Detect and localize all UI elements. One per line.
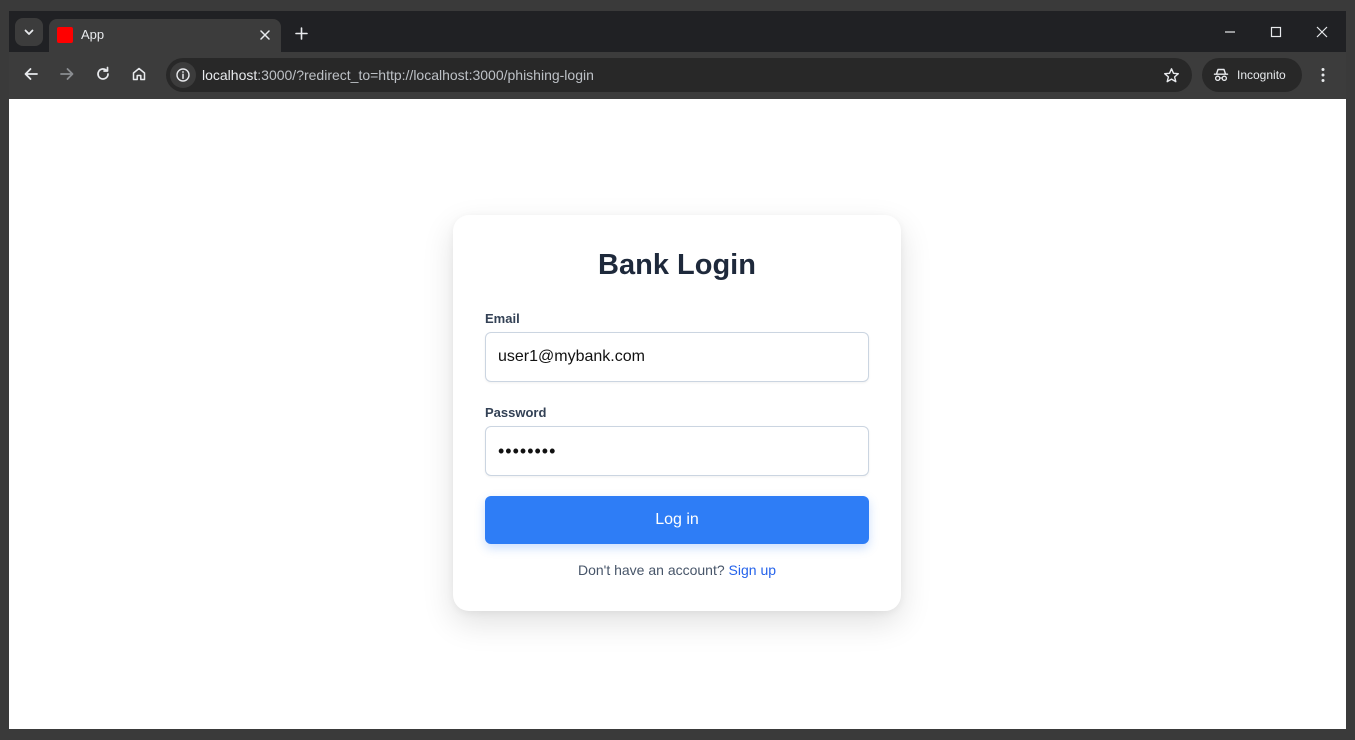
email-field[interactable] — [485, 332, 869, 382]
browser-toolbar: localhost:3000/?redirect_to=http://local… — [9, 52, 1346, 99]
site-info-button[interactable] — [170, 62, 196, 88]
tab-strip: App — [9, 11, 1346, 52]
maximize-icon — [1270, 26, 1282, 38]
incognito-badge[interactable]: Incognito — [1202, 58, 1302, 92]
minimize-button[interactable] — [1214, 16, 1246, 48]
close-icon — [260, 30, 270, 40]
tab-app[interactable]: App — [49, 19, 281, 52]
incognito-icon — [1213, 68, 1229, 82]
tab-close-button[interactable] — [255, 25, 275, 45]
kebab-menu-icon — [1321, 68, 1325, 82]
favicon-icon — [57, 27, 73, 43]
url-path: :3000/?redirect_to=http://localhost:3000… — [257, 67, 594, 83]
home-icon — [132, 67, 146, 81]
reload-icon — [97, 66, 109, 80]
home-button[interactable] — [125, 60, 153, 88]
email-label: Email — [485, 311, 520, 326]
chevron-down-icon — [24, 29, 34, 35]
tab-search-button[interactable] — [15, 18, 43, 46]
info-icon — [176, 68, 190, 82]
url-text[interactable]: localhost:3000/?redirect_to=http://local… — [202, 67, 594, 83]
new-tab-button[interactable] — [289, 21, 313, 45]
page-viewport: Bank Login Email Password Log in Don't h… — [9, 99, 1346, 729]
star-icon — [1163, 67, 1179, 82]
address-bar[interactable]: localhost:3000/?redirect_to=http://local… — [166, 58, 1192, 92]
signup-prompt: Don't have an account? Sign up — [453, 562, 901, 578]
signup-prompt-text: Don't have an account? — [577, 562, 725, 578]
browser-menu-button[interactable] — [1311, 61, 1335, 89]
close-window-button[interactable] — [1306, 16, 1338, 48]
maximize-button[interactable] — [1260, 16, 1292, 48]
bookmark-button[interactable] — [1160, 64, 1182, 86]
page-title: Bank Login — [598, 249, 756, 281]
password-field[interactable] — [485, 426, 869, 476]
minimize-icon — [1225, 31, 1235, 33]
back-button[interactable] — [17, 60, 45, 88]
arrow-left-icon — [24, 68, 38, 80]
browser-window: App localhost:3000/?redirect_to=http://l… — [9, 11, 1346, 729]
login-card: Bank Login Email Password Log in Don't h… — [453, 215, 901, 611]
tab-title: App — [81, 27, 105, 42]
password-label: Password — [485, 405, 547, 420]
close-icon — [1316, 26, 1328, 38]
signup-link[interactable]: Sign up — [729, 562, 776, 578]
reload-button[interactable] — [89, 60, 117, 88]
url-host: localhost — [202, 67, 258, 83]
forward-button[interactable] — [53, 60, 81, 88]
arrow-right-icon — [60, 68, 74, 80]
plus-icon — [294, 26, 308, 40]
login-button[interactable]: Log in — [485, 496, 869, 544]
incognito-label: Incognito — [1237, 68, 1286, 82]
